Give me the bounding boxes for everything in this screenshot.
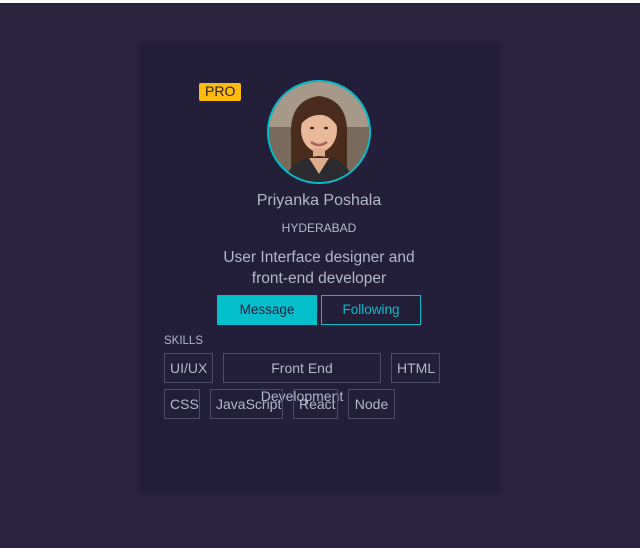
skill-tag: Front End Development	[223, 353, 381, 404]
profile-bio: User Interface designer and front-end de…	[199, 247, 439, 289]
profile-city: HYDERABAD	[281, 221, 357, 235]
skill-tag: HTML	[391, 353, 440, 383]
skill-tag: JavaScript	[210, 389, 283, 419]
avatar	[267, 80, 371, 184]
profile-card: PRO Priyanka Poshala HYDERABAD User Inte…	[139, 43, 499, 493]
profile-name: Priyanka Poshala	[256, 192, 382, 209]
bio-line: User Interface designer and	[223, 249, 415, 266]
skill-tag: React	[293, 389, 338, 419]
bio-line: front-end developer	[251, 270, 387, 287]
top-edge-strip	[0, 0, 640, 3]
skill-tag: UI/UX	[164, 353, 213, 383]
pro-badge: PRO	[199, 83, 242, 101]
message-button[interactable]: Message	[217, 295, 317, 325]
skill-tag: CSS	[164, 389, 200, 419]
skill-tag: Node	[348, 389, 395, 419]
skills-heading: SKILLS	[164, 335, 203, 347]
following-button[interactable]: Following	[321, 295, 421, 325]
user-avatar-photo-icon	[269, 82, 369, 182]
